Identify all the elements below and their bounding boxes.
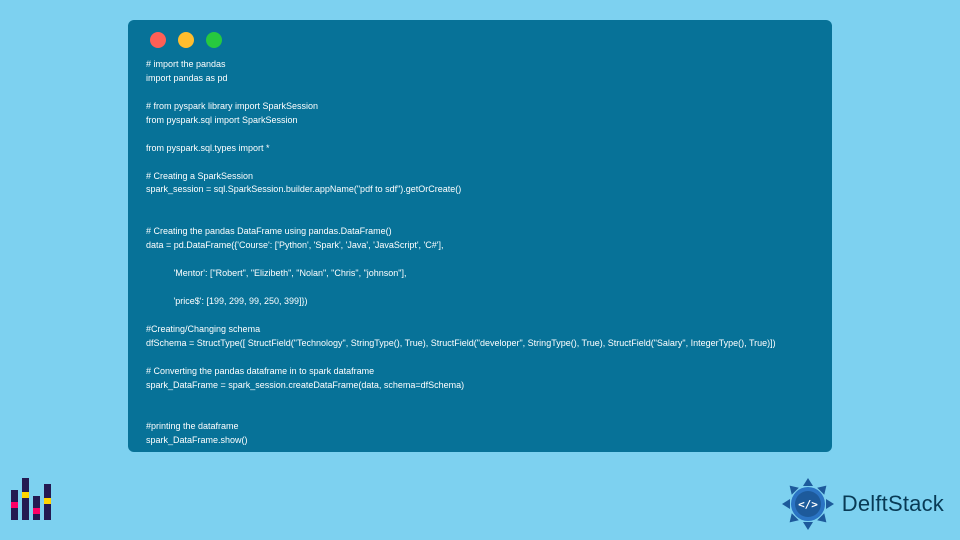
- svg-text:</>: </>: [798, 498, 818, 511]
- close-icon: [150, 32, 166, 48]
- left-logo-icon: [7, 472, 55, 528]
- brand-emblem-icon: </>: [780, 476, 836, 532]
- code-block: # import the pandas import pandas as pd …: [146, 58, 814, 448]
- maximize-icon: [206, 32, 222, 48]
- brand-logo: </> DelftStack: [780, 476, 944, 532]
- minimize-icon: [178, 32, 194, 48]
- brand-name: DelftStack: [842, 491, 944, 517]
- code-window: # import the pandas import pandas as pd …: [128, 20, 832, 452]
- window-controls: [150, 32, 814, 48]
